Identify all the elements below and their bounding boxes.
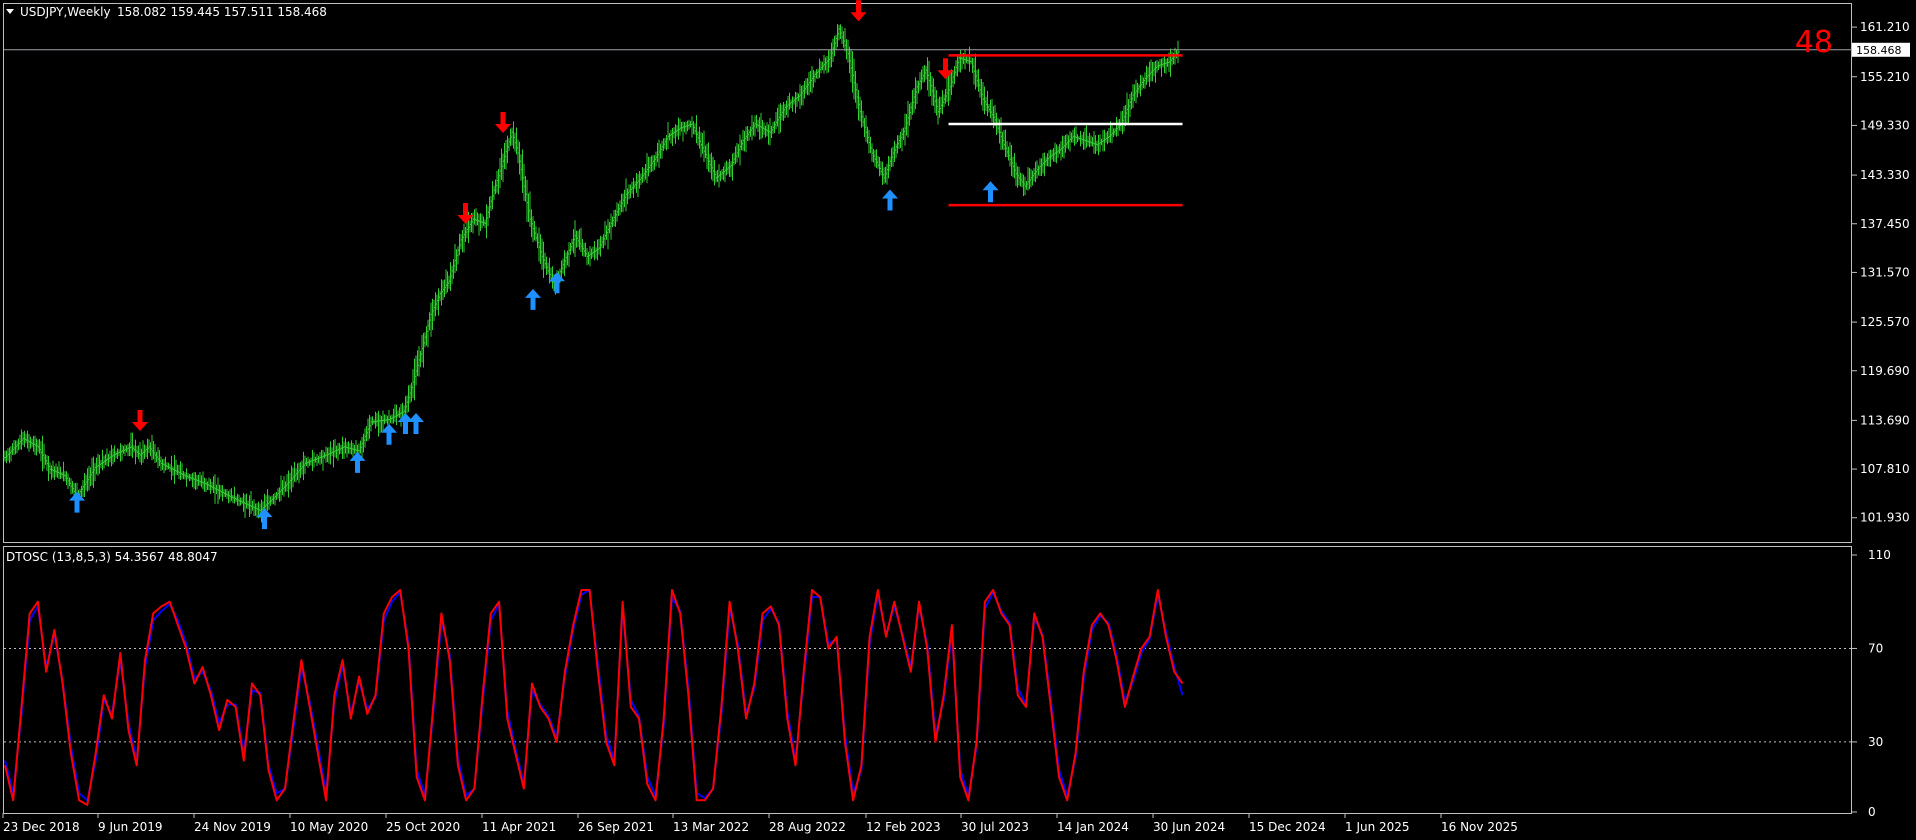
date-label: 9 Jun 2019: [98, 820, 163, 834]
osc-tick-label: 0: [1868, 805, 1876, 819]
ohlc-values: 158.082 159.445 157.511 158.468: [117, 5, 327, 19]
down-arrow-icon: [495, 112, 511, 134]
osc-tick-label: 70: [1868, 641, 1883, 655]
price-tick-label: 125.570: [1860, 315, 1910, 329]
price-bars[interactable]: [3, 23, 1180, 523]
price-axis: 161.210 155.210 149.330 143.330 137.450 131.5…: [1852, 20, 1910, 525]
price-tick-label: 131.570: [1860, 265, 1910, 279]
price-tick-label: 137.450: [1860, 217, 1910, 231]
oscillator-panel-border: [3, 546, 1852, 814]
osc-tick-label: 30: [1868, 735, 1883, 749]
up-arrow-icon: [408, 412, 424, 434]
date-label: 30 Jul 2023: [961, 820, 1029, 834]
symbol-label: USDJPY,Weekly: [20, 5, 111, 19]
date-label: 25 Oct 2020: [386, 820, 460, 834]
price-tag-label: 158.468: [1856, 44, 1902, 57]
price-tick-label: 155.210: [1860, 70, 1910, 84]
indicator-label: DTOSC (13,8,5,3) 54.3567 48.8047: [6, 550, 218, 564]
date-label: 12 Feb 2023: [866, 820, 941, 834]
down-arrow-icon: [132, 409, 148, 431]
chart-canvas[interactable]: 161.210 155.210 149.330 143.330 137.450 131.5…: [0, 0, 1916, 840]
date-label: 1 Jun 2025: [1345, 820, 1410, 834]
date-label: 13 Mar 2022: [673, 820, 749, 834]
price-tick-label: 119.690: [1860, 364, 1910, 378]
date-label: 10 May 2020: [290, 820, 368, 834]
oscillator-lines[interactable]: [4, 589, 1184, 806]
date-label: 15 Dec 2024: [1249, 820, 1326, 834]
corner-number: 48: [1795, 25, 1833, 60]
price-tick-label: 107.810: [1860, 462, 1910, 476]
date-label: 14 Jan 2024: [1057, 820, 1129, 834]
osc-tick-label: 110: [1868, 548, 1891, 562]
current-price-tag: 158.468: [1852, 42, 1910, 57]
up-arrow-icon: [882, 189, 898, 211]
date-label: 24 Nov 2019: [194, 820, 271, 834]
signal-arrows: [69, 0, 999, 530]
price-tick-label: 149.330: [1860, 118, 1910, 132]
price-tick-label: 101.930: [1860, 511, 1910, 525]
price-tick-label: 161.210: [1860, 20, 1910, 34]
up-arrow-icon: [525, 288, 541, 310]
date-label: 30 Jun 2024: [1153, 820, 1225, 834]
date-label: 26 Sep 2021: [578, 820, 654, 834]
up-arrow-icon: [982, 181, 999, 203]
date-axis: 23 Dec 2018 9 Jun 2019 24 Nov 2019 10 May 2…: [2, 813, 1518, 834]
price-tick-label: 143.330: [1860, 168, 1910, 182]
date-label: 28 Aug 2022: [769, 820, 846, 834]
date-label: 16 Nov 2025: [1441, 820, 1518, 834]
date-label: 23 Dec 2018: [3, 820, 80, 834]
up-arrow-icon: [349, 451, 366, 473]
osc-fast-line[interactable]: [4, 589, 1184, 806]
price-tick-label: 113.690: [1860, 413, 1910, 427]
date-label: 11 Apr 2021: [482, 820, 556, 834]
dropdown-triangle-icon[interactable]: [6, 9, 14, 14]
